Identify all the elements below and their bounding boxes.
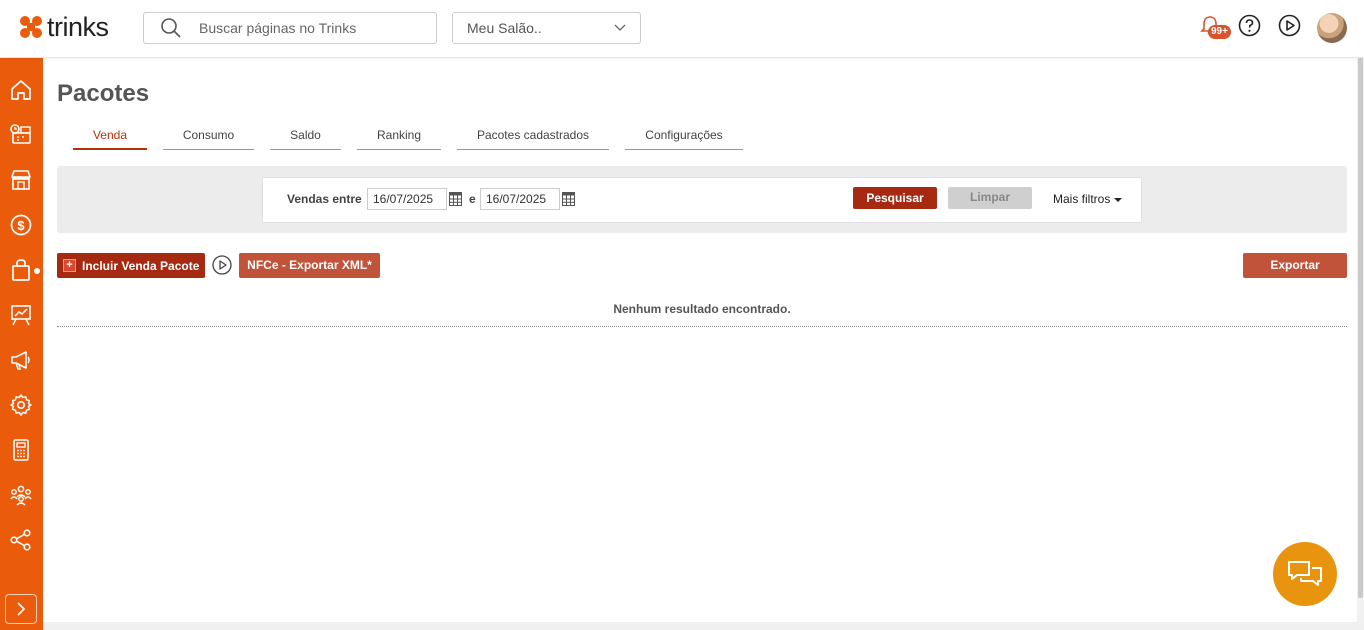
team-icon[interactable] <box>9 483 33 507</box>
avatar[interactable] <box>1317 13 1347 43</box>
chat-button[interactable] <box>1273 542 1337 606</box>
tab-configuracoes[interactable]: Configurações <box>625 128 743 150</box>
results-divider <box>57 326 1347 327</box>
empty-results-message: Nenhum resultado encontrado. <box>613 302 791 316</box>
play-video-icon[interactable] <box>1278 14 1301 37</box>
filter-label: Vendas entre <box>287 192 362 206</box>
logo[interactable]: trinks <box>19 13 109 41</box>
presentation-chart-icon[interactable] <box>9 303 33 327</box>
store-icon[interactable] <box>9 168 33 192</box>
more-filters-label: Mais filtros <box>1053 192 1111 206</box>
caret-down-icon <box>1114 197 1123 202</box>
tab-pacotes-cadastrados[interactable]: Pacotes cadastrados <box>457 128 609 150</box>
tab-consumo[interactable]: Consumo <box>163 128 254 150</box>
search-button[interactable]: Pesquisar <box>853 187 937 209</box>
sidebar: $ <box>0 58 43 630</box>
search-box[interactable] <box>143 12 437 44</box>
date-separator: e <box>469 192 476 206</box>
scrollbar-thumb[interactable] <box>1358 58 1363 598</box>
date-from-input[interactable]: 16/07/2025 <box>367 188 447 210</box>
help-icon[interactable] <box>1238 14 1261 37</box>
sidebar-expand-button[interactable] <box>5 594 37 624</box>
chevron-right-icon <box>17 602 26 616</box>
include-package-sale-button[interactable]: + Incluir Venda Pacote <box>57 253 205 278</box>
calendar-icon[interactable] <box>449 191 462 206</box>
play-video-icon[interactable] <box>212 255 232 275</box>
money-icon[interactable]: $ <box>9 213 33 237</box>
logo-text: trinks <box>47 12 109 42</box>
calculator-icon[interactable] <box>9 438 33 462</box>
page-title: Pacotes <box>57 80 150 107</box>
export-button[interactable]: Exportar <box>1243 253 1347 278</box>
svg-text:$: $ <box>17 218 25 233</box>
clear-button[interactable]: Limpar <box>948 187 1032 209</box>
notification-badge: 99+ <box>1208 25 1231 39</box>
nfce-export-xml-button[interactable]: NFCe - Exportar XML* <box>239 253 380 278</box>
share-icon[interactable] <box>9 528 33 552</box>
chevron-down-icon <box>614 24 626 31</box>
include-package-sale-label: Incluir Venda Pacote <box>82 258 200 273</box>
horizontal-scrollbar[interactable] <box>43 622 1364 630</box>
tab-ranking[interactable]: Ranking <box>357 128 441 150</box>
active-indicator <box>34 268 40 274</box>
search-input[interactable] <box>199 20 429 36</box>
search-icon <box>160 17 182 39</box>
more-filters-toggle[interactable]: Mais filtros <box>1053 192 1123 206</box>
agenda-icon[interactable] <box>9 122 33 146</box>
gear-icon[interactable] <box>9 393 33 417</box>
date-to-input[interactable]: 16/07/2025 <box>480 188 560 210</box>
home-icon[interactable] <box>9 78 33 102</box>
salon-select-value: Meu Salão.. <box>467 20 542 36</box>
tab-saldo[interactable]: Saldo <box>270 128 341 150</box>
plus-icon: + <box>63 259 76 272</box>
calendar-icon[interactable] <box>562 191 575 206</box>
tab-venda[interactable]: Venda <box>73 128 147 150</box>
salon-select[interactable]: Meu Salão.. <box>452 12 641 44</box>
megaphone-icon[interactable] <box>9 348 33 372</box>
chat-icon <box>1288 561 1322 586</box>
top-bar: trinks Meu Salão.. 99+ <box>0 0 1364 58</box>
logo-icon <box>20 16 42 38</box>
shopping-bag-icon[interactable] <box>9 258 33 282</box>
